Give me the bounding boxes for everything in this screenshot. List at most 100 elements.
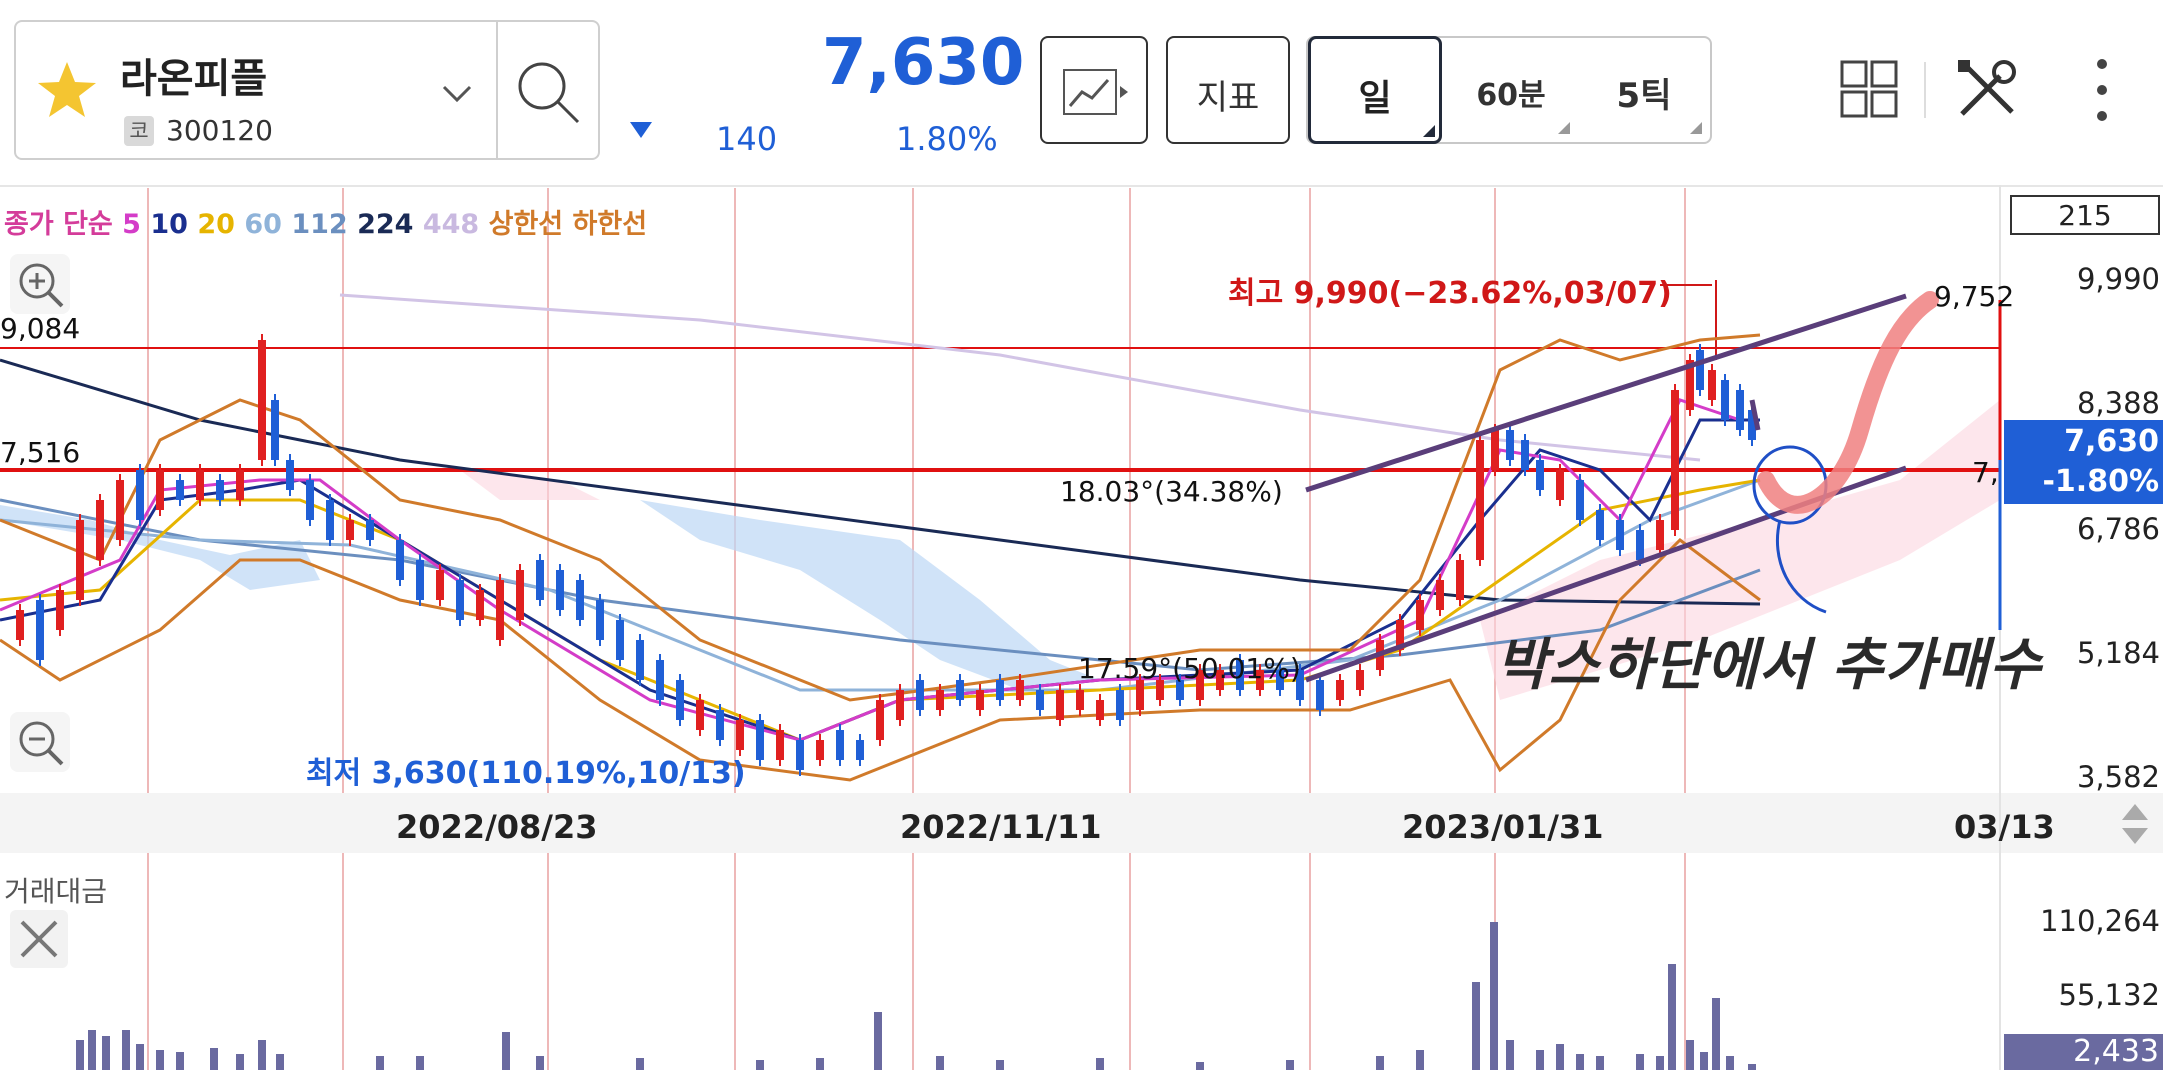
candle-body [1616, 520, 1624, 550]
low-annotation: 최저 3,630(110.19%,10/13) [306, 756, 746, 791]
date-label: 2023/01/31 [1402, 808, 1604, 846]
candle-body [1736, 390, 1744, 430]
candle-body [1656, 520, 1664, 550]
candle-body [1671, 390, 1679, 530]
volume-bar [102, 1036, 110, 1070]
legend-ma-10: 10 [150, 209, 198, 240]
candle-body [1491, 430, 1499, 470]
more-menu-icon[interactable] [2092, 56, 2112, 124]
candle-body [1356, 670, 1364, 690]
candle-body [1016, 680, 1024, 700]
date-label: 03/13 [1954, 808, 2055, 846]
volume-bar [76, 1040, 84, 1070]
candle-body [16, 610, 24, 640]
candle-body [1521, 440, 1529, 470]
corner-mark [1690, 122, 1702, 134]
tag-percent: -1.80% [2042, 464, 2159, 499]
legend-ma-224: 224 [357, 209, 423, 240]
candle-body [576, 580, 584, 620]
volume-bar [136, 1044, 144, 1070]
volume-title: 거래대금 [4, 875, 108, 908]
current-price-tag: 7,630 -1.80% [2004, 420, 2163, 504]
candle-body [96, 500, 104, 560]
candle-body [1576, 480, 1584, 520]
candle-body [916, 680, 924, 710]
volume-bar [88, 1030, 96, 1070]
date-label: 2022/11/11 [900, 808, 1102, 846]
volume-bar [1196, 1062, 1204, 1070]
candle-count-box[interactable]: 215 [2010, 195, 2160, 235]
volume-bar [816, 1058, 824, 1070]
legend-lower: 하한선 [572, 209, 648, 240]
indicator-button[interactable]: 지표 [1166, 36, 1290, 144]
candle-body [896, 690, 904, 720]
down-arrow-icon [630, 122, 652, 138]
volume-bar [1686, 1040, 1694, 1070]
volume-bar [156, 1050, 164, 1070]
volume-bar [1636, 1054, 1644, 1070]
legend-ma-448: 448 [422, 209, 489, 240]
chevron-down-icon[interactable] [441, 84, 473, 104]
period-60min-button[interactable]: 60분 [1444, 36, 1578, 144]
legend: 종가 단순 5 10 20 60 112 224 448 상한선 하한선 [4, 202, 647, 241]
candle-body [456, 580, 464, 620]
candle-body [1336, 680, 1344, 700]
stock-selector[interactable]: 라온피플 코 300120 [14, 20, 600, 160]
candle-body [516, 570, 524, 620]
zoom-out-button[interactable] [10, 712, 70, 772]
volume-bar [1712, 998, 1720, 1070]
volume-bar [636, 1058, 644, 1070]
period-5tick-button[interactable]: 5틱 [1578, 36, 1710, 144]
volume-last-value: 2,433 [2073, 1034, 2159, 1069]
candle-body [326, 500, 334, 540]
candle-body [1456, 560, 1464, 600]
candle-body [436, 570, 444, 600]
market-badge: 코 [124, 116, 154, 146]
favorite-star-icon[interactable] [36, 60, 98, 120]
volume-bar [536, 1056, 544, 1070]
candle-body [1596, 510, 1604, 540]
candle-body [176, 480, 184, 500]
candle-body [346, 520, 354, 540]
candle-body [306, 480, 314, 520]
search-icon[interactable] [516, 60, 582, 126]
candle-body [996, 680, 1004, 700]
candle-body [796, 740, 804, 770]
volume-bar [416, 1056, 424, 1070]
candle-body [1636, 530, 1644, 560]
period-day-label: 일 [1358, 78, 1392, 119]
volume-bar [1596, 1056, 1604, 1070]
scroll-updown-icon[interactable] [2120, 802, 2150, 846]
candle-body [956, 680, 964, 700]
chart-type-button[interactable] [1040, 36, 1148, 144]
candle-body [476, 590, 484, 620]
change-value: 140 [716, 120, 778, 158]
candle-body [976, 690, 984, 710]
volume-bar [1472, 982, 1480, 1070]
volume-bar [1700, 1052, 1708, 1070]
cloud-blue [640, 500, 1100, 690]
layout-grid-icon[interactable] [1840, 60, 1898, 118]
period-day-button[interactable]: 일 [1308, 36, 1442, 144]
close-volume-button[interactable] [10, 910, 68, 968]
candle-body [258, 340, 266, 460]
volume-bar [1376, 1056, 1384, 1070]
candle-body [776, 730, 784, 760]
candle-body [1476, 440, 1484, 560]
volume-bar [1096, 1058, 1104, 1070]
zoom-in-button[interactable] [10, 254, 70, 314]
price-axis-label: 5,184 [2076, 636, 2160, 670]
candle-body [236, 470, 244, 500]
indicator-label: 지표 [1196, 78, 1260, 118]
candle-body [1416, 600, 1424, 630]
volume-bar [122, 1030, 130, 1070]
legend-ma-60: 60 [244, 209, 292, 240]
volume-bar [1748, 1064, 1756, 1070]
trend-angle-upper: 18.03°(34.38%) [1060, 475, 1283, 508]
volume-bar [376, 1056, 384, 1070]
tools-icon[interactable] [1956, 58, 2018, 120]
volume-bar [1576, 1054, 1584, 1070]
candle-body [816, 740, 824, 760]
price-axis-label: 6,786 [2076, 512, 2160, 546]
price-axis-label: 9,990 [2076, 262, 2160, 296]
